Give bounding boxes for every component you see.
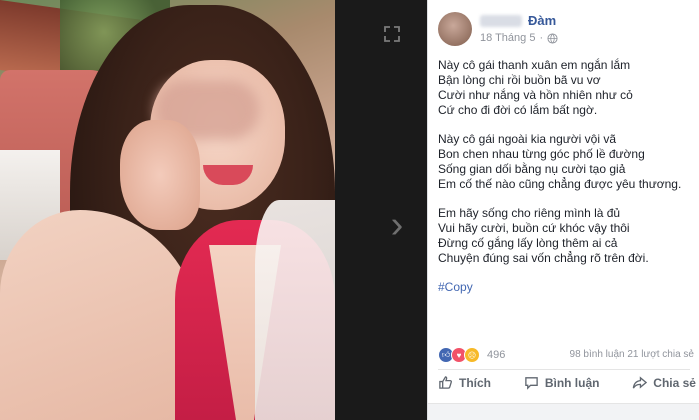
like-label: Thích <box>459 375 491 390</box>
poem-line: Chuyện đúng sai vốn chẳng rõ trên đời. <box>438 251 649 265</box>
reaction-summary[interactable]: 👍︎ ♥ ☹ 496 <box>438 347 505 363</box>
photo-scarf <box>255 200 335 420</box>
poem-line: Em hãy sống cho riêng mình là đủ <box>438 206 621 220</box>
author-row: Đàm <box>480 13 556 28</box>
reaction-count: 496 <box>487 349 506 361</box>
comment-count[interactable]: 98 bình luận <box>570 349 625 360</box>
comment-icon <box>525 377 538 390</box>
post-meta: 18 Tháng 5 · <box>480 32 558 44</box>
stanza-3: Em hãy sống cho riêng mình là đủ Vui hãy… <box>438 206 693 266</box>
poem-line: Sống gian dối bằng nụ cười tạo giả <box>438 162 626 176</box>
post-body: Này cô gái thanh xuân em ngắn lắm Bận lò… <box>438 58 693 295</box>
thumbs-up-icon <box>439 376 452 389</box>
poem-line: Này cô gái ngoài kia người vội vã <box>438 132 616 146</box>
author-name[interactable]: Đàm <box>528 13 556 28</box>
author-name-redaction <box>480 14 522 27</box>
comment-button[interactable]: Bình luận <box>524 375 600 390</box>
poem-line: Vui hãy cười, buồn cứ khóc vậy thôi <box>438 221 630 235</box>
poem-line: Em cố thế nào cũng chẳng được yêu thương… <box>438 177 682 191</box>
photo-hand <box>120 120 200 230</box>
share-label: Chia sẻ <box>653 375 696 390</box>
post-panel: Đàm 18 Tháng 5 · Này cô gái thanh xuân e… <box>427 0 699 420</box>
share-icon <box>633 376 648 389</box>
post-photo[interactable] <box>0 0 335 420</box>
poem-line: Này cô gái thanh xuân em ngắn lắm <box>438 58 631 72</box>
sad-reaction-icon: ☹ <box>464 347 480 363</box>
comment-bar <box>428 403 699 420</box>
share-button[interactable]: Chia sẻ <box>632 375 696 390</box>
author-avatar[interactable] <box>438 12 472 46</box>
like-button[interactable]: Thích <box>438 375 491 390</box>
poem-line: Cười như nắng và hồn nhiên như cỏ <box>438 88 633 102</box>
comment-label: Bình luận <box>544 375 600 390</box>
poem-line: Bon chen nhau từng góc phố lề đường <box>438 147 645 161</box>
engagement-stats: 98 bình luận 21 lượt chia sẻ <box>570 349 694 360</box>
share-count[interactable]: 21 lượt chia sẻ <box>627 349 694 360</box>
poem-line: Bận lòng chi rồi buồn bã vu vơ <box>438 73 601 87</box>
poem-line: Cứ cho đi đời có lắm bất ngờ. <box>438 103 598 117</box>
stanza-1: Này cô gái thanh xuân em ngắn lắm Bận lò… <box>438 58 693 118</box>
divider <box>438 369 690 370</box>
photo-viewer: › Đàm 18 Tháng 5 · Này cô gái thanh xuân… <box>0 0 699 420</box>
stanza-2: Này cô gái ngoài kia người vội vã Bon ch… <box>438 132 693 192</box>
poem-line: Đừng cố gắng lấy lòng thêm ai cả <box>438 236 618 250</box>
post-actions: Thích Bình luận Chia sẻ <box>438 375 696 390</box>
separator-dot: · <box>539 32 544 44</box>
expand-icon[interactable] <box>383 25 401 43</box>
next-photo-chevron-icon[interactable]: › <box>382 205 412 245</box>
hashtag-link[interactable]: #Copy <box>438 280 693 295</box>
post-date[interactable]: 18 Tháng 5 <box>480 32 535 44</box>
globe-icon[interactable] <box>547 32 558 44</box>
